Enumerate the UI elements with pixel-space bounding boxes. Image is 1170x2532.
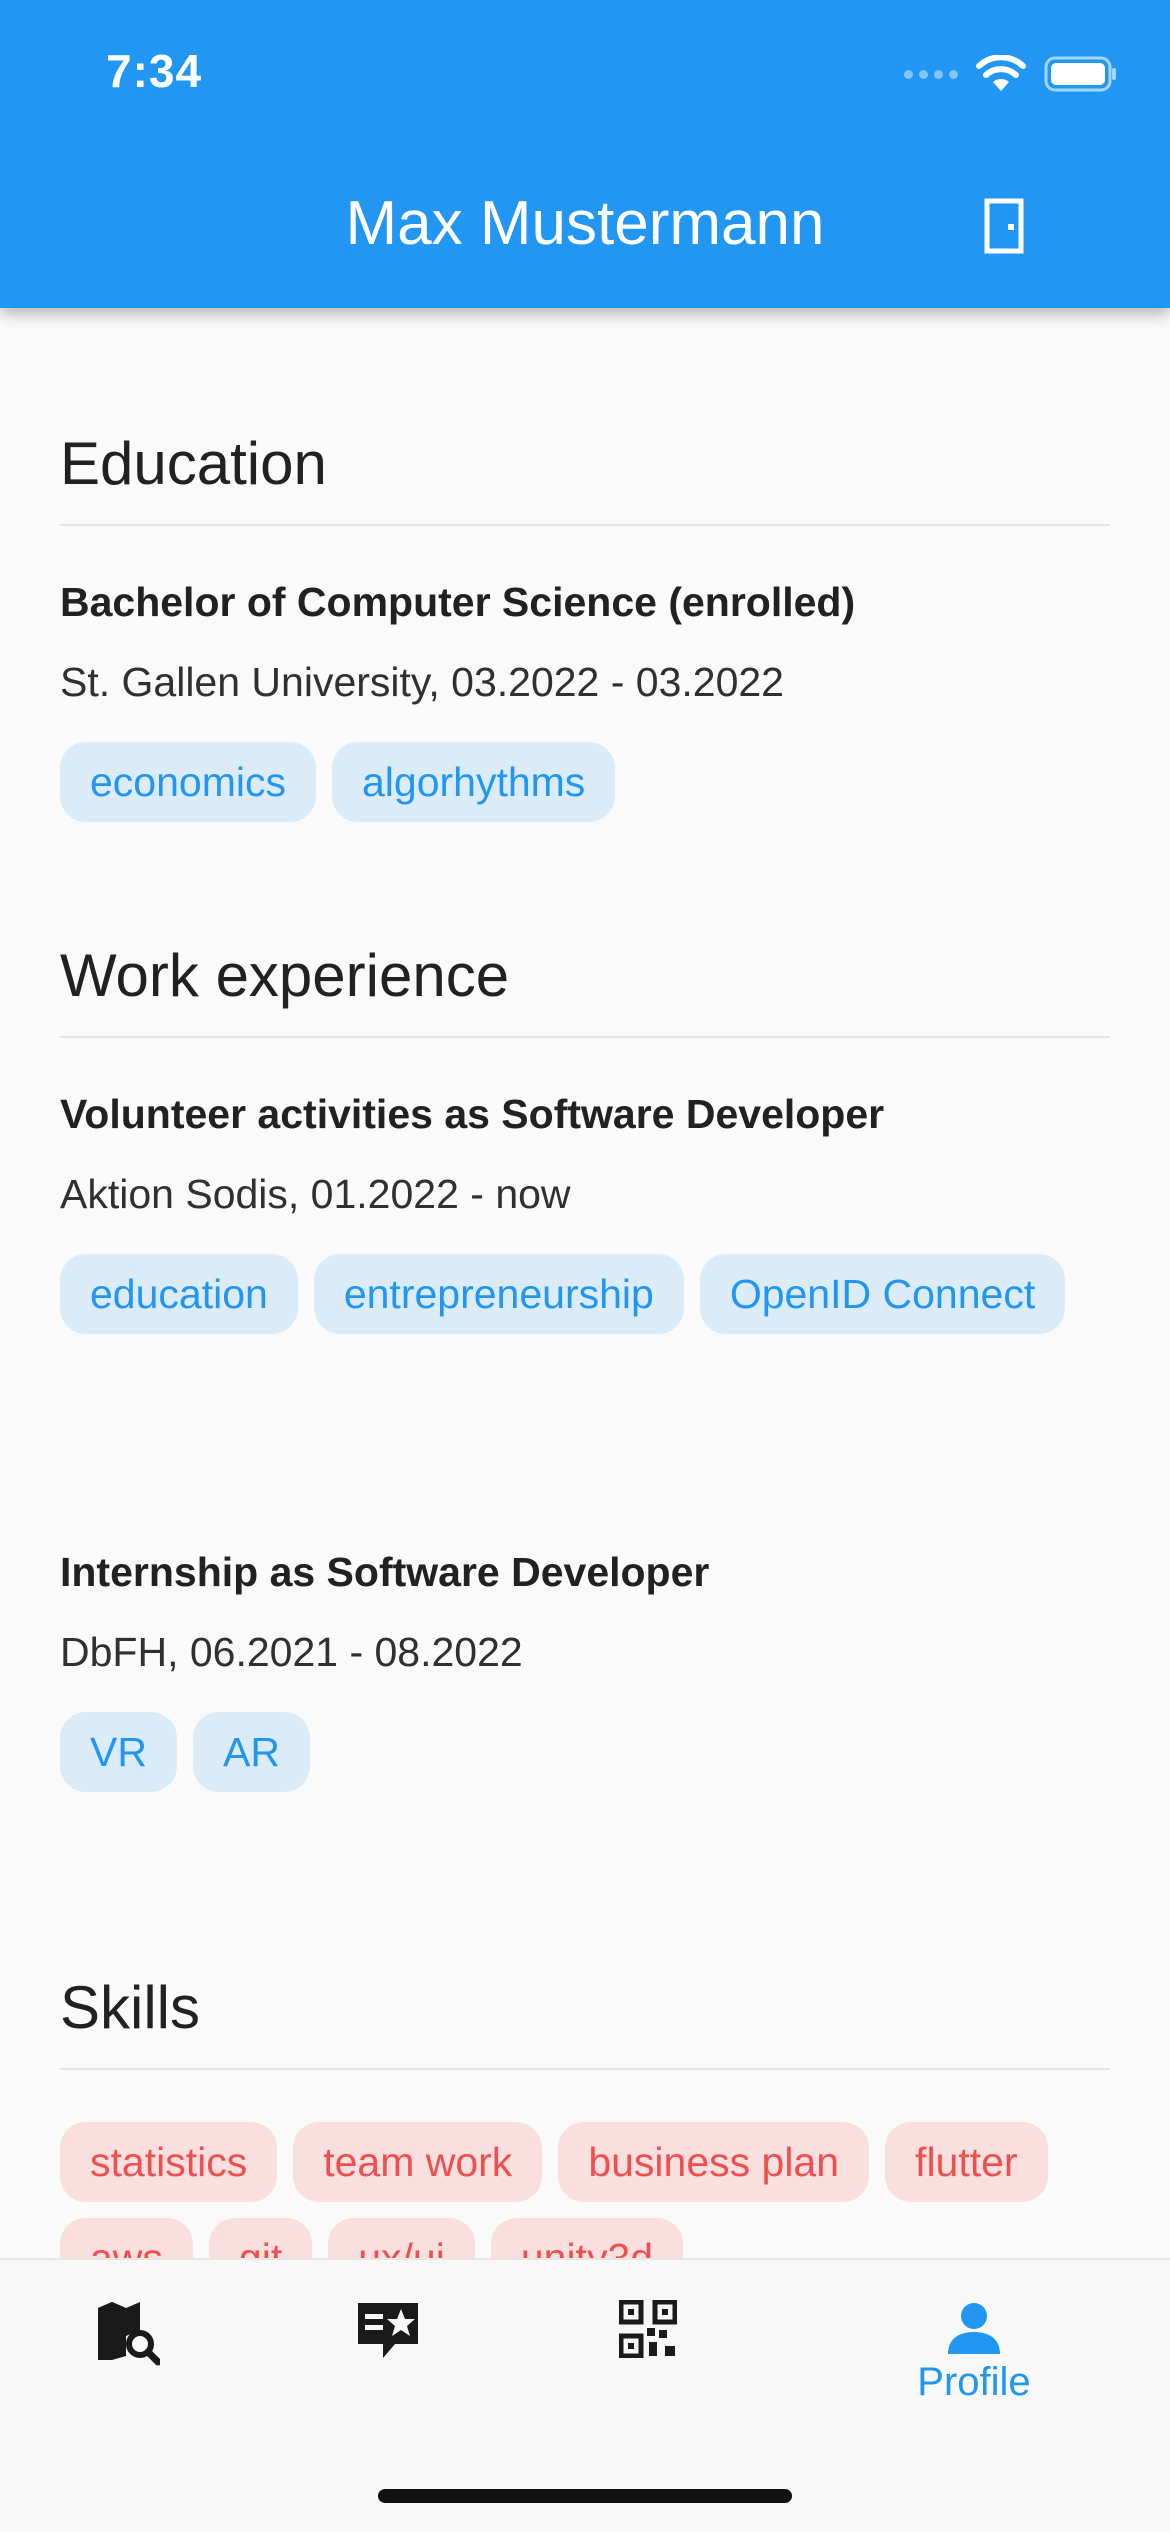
tag-chip: VR xyxy=(60,1712,177,1792)
nav-tab-map[interactable] xyxy=(28,2300,228,2460)
cellular-signal-icon xyxy=(904,69,958,79)
work-item-tags: education entrepreneurship OpenID Connec… xyxy=(60,1254,1110,1334)
wifi-icon xyxy=(976,55,1026,91)
map-search-icon xyxy=(98,2302,160,2366)
nav-tab-profile[interactable]: Profile xyxy=(874,2300,1074,2460)
nav-tab-events[interactable] xyxy=(288,2300,488,2460)
skill-chip: business plan xyxy=(558,2122,870,2202)
skill-chip: flutter xyxy=(885,2122,1048,2202)
ticket-star-icon xyxy=(358,2303,418,2358)
nav-label-profile: Profile xyxy=(917,2360,1031,2404)
education-item-title: Bachelor of Computer Science (enrolled) xyxy=(60,579,856,625)
tag-chip: education xyxy=(60,1254,298,1334)
education-item-tags: economics algorhythms xyxy=(60,742,1110,822)
status-time: 7:34 xyxy=(106,45,203,97)
section-divider xyxy=(60,1036,1110,1038)
app-bar: 7:34 Max Mustermann xyxy=(0,0,1170,308)
profile-screen: 7:34 Max Mustermann Education Bachelor o… xyxy=(0,0,1170,2532)
work-item-subtitle: Aktion Sodis, 01.2022 - now xyxy=(60,1171,571,1217)
tag-chip: AR xyxy=(192,1712,310,1792)
tag-chip: economics xyxy=(60,742,316,822)
logout-button[interactable] xyxy=(972,190,1036,262)
work-item-title: Internship as Software Developer xyxy=(60,1549,710,1595)
door-logout-icon xyxy=(984,198,1024,254)
section-divider xyxy=(60,524,1110,526)
work-item-subtitle: DbFH, 06.2021 - 08.2022 xyxy=(60,1629,523,1675)
nav-tab-scan[interactable] xyxy=(548,2300,748,2460)
tag-chip: algorhythms xyxy=(331,742,616,822)
section-title-work: Work experience xyxy=(60,942,510,1009)
education-item-subtitle: St. Gallen University, 03.2022 - 03.2022 xyxy=(60,659,784,705)
qr-code-icon xyxy=(619,2300,677,2358)
section-divider xyxy=(60,2068,1110,2070)
skill-chip: team work xyxy=(293,2122,543,2202)
work-item-tags: VR AR xyxy=(60,1712,1110,1792)
tag-chip: entrepreneurship xyxy=(313,1254,684,1334)
home-indicator xyxy=(378,2489,792,2503)
section-title-skills: Skills xyxy=(60,1974,201,2041)
skill-chip: statistics xyxy=(60,2122,278,2202)
status-icons xyxy=(904,52,1118,96)
section-title-education: Education xyxy=(60,430,327,497)
work-item-title: Volunteer activities as Software Develop… xyxy=(60,1091,885,1137)
battery-icon xyxy=(1044,56,1116,92)
tag-chip: OpenID Connect xyxy=(699,1254,1066,1334)
person-icon xyxy=(948,2303,1000,2354)
